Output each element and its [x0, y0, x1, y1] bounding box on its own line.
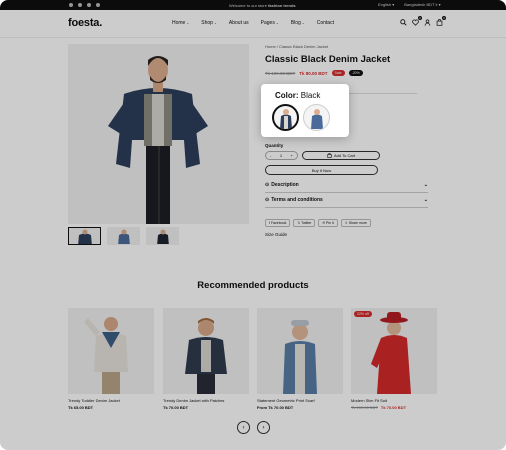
- color-variant-popup: Color: Black: [261, 84, 349, 137]
- color-label: Color: Black: [275, 91, 320, 100]
- color-options: [272, 104, 330, 131]
- color-option-blue[interactable]: [303, 104, 330, 131]
- modal-overlay[interactable]: [0, 0, 506, 450]
- color-label-key: Color:: [275, 91, 299, 100]
- page-frame: Welcome to our store fashion trends Engl…: [0, 0, 506, 450]
- color-option-black[interactable]: [272, 104, 299, 131]
- color-label-value: Black: [300, 91, 321, 100]
